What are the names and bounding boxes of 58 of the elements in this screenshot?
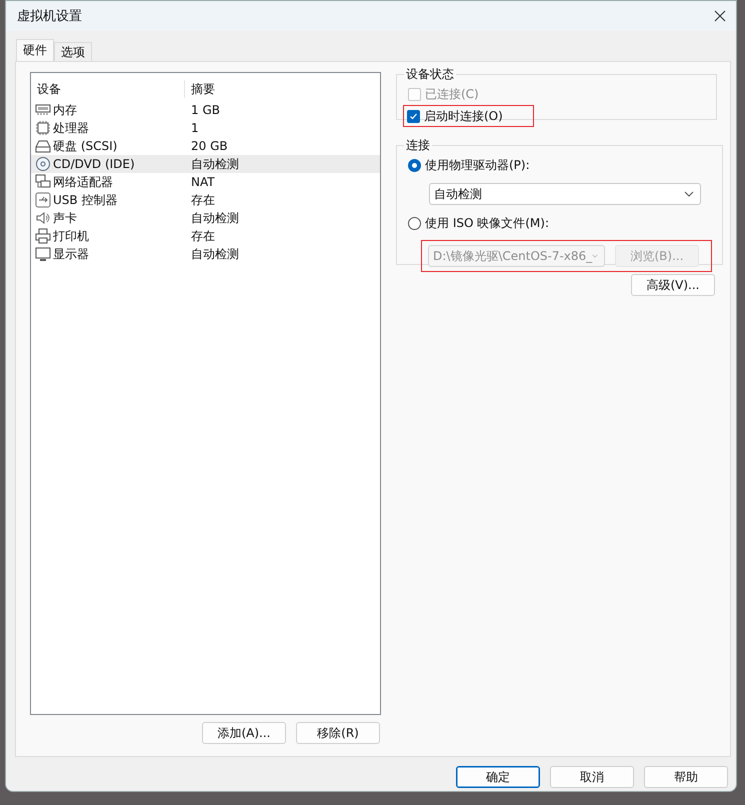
table-cell: 打印机 — [53, 228, 89, 244]
speaker-icon — [35, 210, 51, 226]
close-icon[interactable] — [714, 10, 726, 22]
table-row[interactable]: 处理器 1 — [31, 119, 380, 137]
chevron-down-icon — [592, 253, 598, 259]
radio-button[interactable] — [408, 216, 421, 230]
table-cell-text: 自动检测 — [190, 156, 240, 172]
tab[interactable]: 选项 — [54, 42, 92, 61]
remove-button[interactable]: 移除(R) — [296, 722, 380, 744]
table-cell: USB 控制器 — [53, 192, 118, 208]
table-row[interactable]: 声卡 自动检测 — [31, 209, 380, 227]
chip-icon — [35, 120, 51, 136]
window-title: 虚拟机设置 — [17, 8, 82, 25]
dialog-button[interactable]: 确定 — [456, 766, 540, 788]
printer-icon — [35, 228, 51, 244]
table-row[interactable]: 打印机 存在 — [31, 227, 380, 245]
dropdown[interactable]: 自动检测 — [429, 183, 701, 205]
table-cell: 处理器 — [53, 120, 89, 136]
radio-label[interactable]: 使用物理驱动器(P): — [425, 156, 530, 174]
usb-icon — [35, 192, 51, 208]
add-button[interactable]: 添加(A)... — [202, 722, 286, 744]
disc-icon — [35, 156, 51, 172]
group-title: 连接 — [405, 137, 431, 154]
table-cell-text: 自动检测 — [190, 210, 240, 226]
hard-drive-icon — [35, 138, 51, 154]
radio-label[interactable]: 使用 ISO 映像文件(M): — [425, 214, 549, 232]
dialog-button[interactable]: 帮助 — [644, 766, 728, 788]
table-row[interactable]: 内存 1 GB — [31, 101, 380, 119]
table-cell-text: 存在 — [190, 192, 216, 208]
column-header[interactable]: 摘要 — [185, 80, 380, 98]
memory-icon — [35, 102, 51, 118]
dialog-button[interactable]: 取消 — [550, 766, 634, 788]
radio-button[interactable] — [408, 158, 421, 172]
group-title: 设备状态 — [405, 66, 455, 83]
network-icon — [35, 174, 51, 190]
table-row[interactable]: USB 控制器 存在 — [31, 191, 380, 209]
table-row[interactable]: 网络适配器 NAT — [31, 173, 380, 191]
checkbox[interactable] — [407, 110, 420, 122]
table-cell: 网络适配器 — [53, 174, 113, 190]
table-cell-text: 存在 — [190, 228, 216, 244]
table-cell-text: NAT — [190, 175, 216, 189]
monitor-icon — [35, 246, 51, 262]
table-row[interactable]: 硬盘 (SCSI) 20 GB — [31, 137, 380, 155]
table-cell: CD/DVD (IDE) — [53, 157, 135, 171]
table-cell-text: 自动检测 — [190, 246, 240, 262]
column-header[interactable]: 设备 — [31, 80, 185, 98]
table-cell-text: 1 GB — [190, 103, 221, 117]
table-cell-text: 20 GB — [190, 139, 229, 153]
chevron-down-icon — [684, 191, 694, 197]
table-cell: 内存 — [53, 102, 77, 118]
table-cell: 显示器 — [53, 246, 89, 262]
table-row[interactable]: CD/DVD (IDE) 自动检测 — [31, 155, 380, 173]
table-cell: 硬盘 (SCSI) — [53, 138, 118, 154]
advanced-button[interactable]: 高级(V)... — [631, 274, 715, 296]
table-row[interactable]: 显示器 自动检测 — [31, 245, 380, 263]
table-cell-text: 1 — [190, 121, 200, 135]
tab[interactable]: 硬件 — [16, 39, 54, 61]
table-cell: 声卡 — [53, 210, 77, 226]
